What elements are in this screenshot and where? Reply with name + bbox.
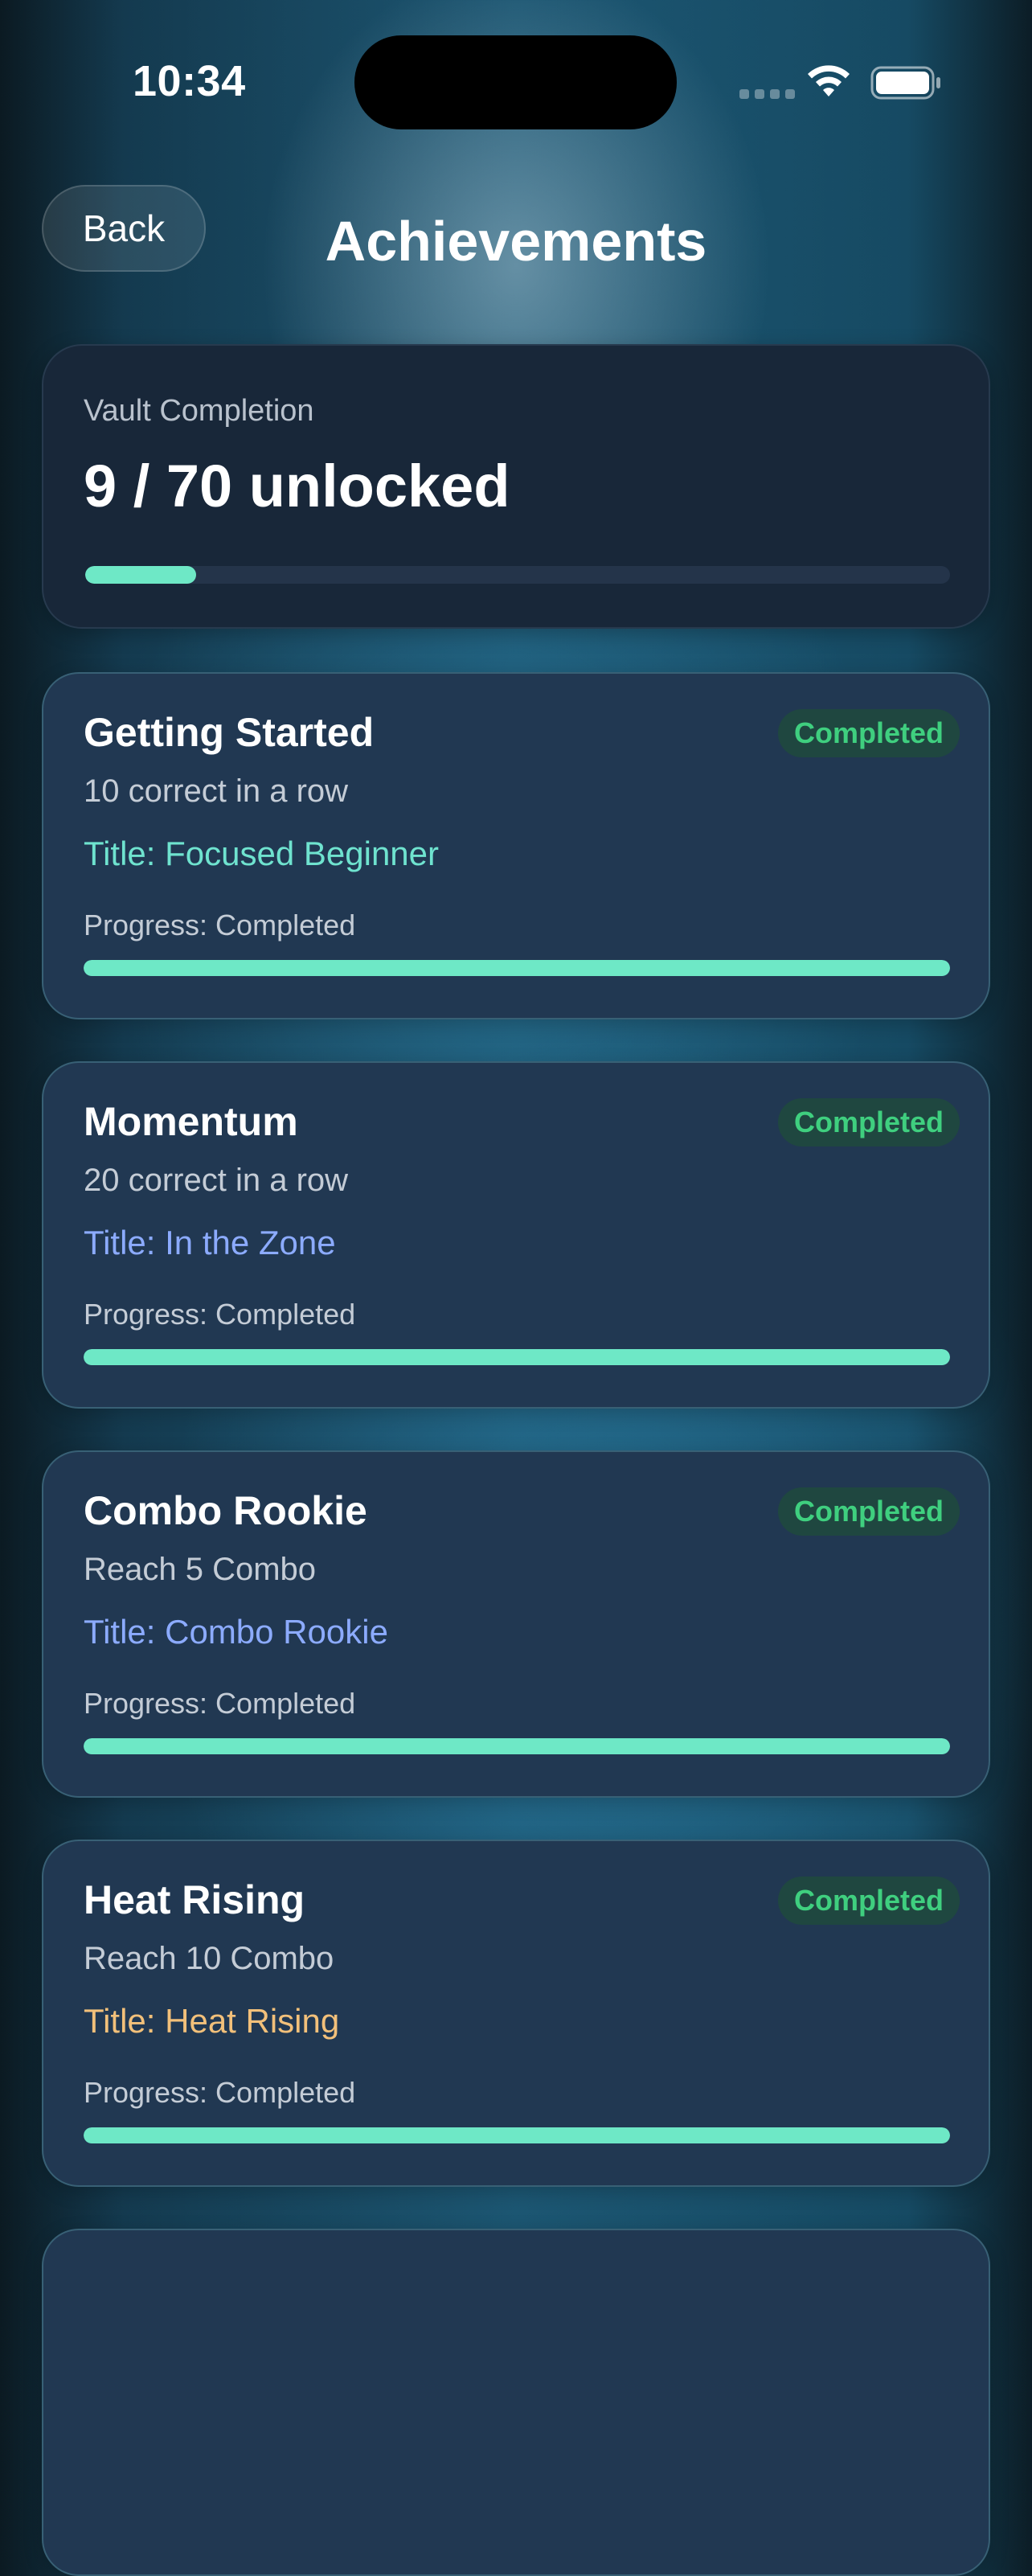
achievement-progress-fill [84,1349,950,1365]
achievement-progress-text: Progress: Completed [84,2076,356,2109]
status-badge: Completed [777,1877,960,1925]
achievement-requirement: Reach 5 Combo [84,1552,317,1587]
achievement-requirement: Reach 10 Combo [84,1941,334,1976]
wifi-icon [808,65,850,96]
vault-completion-label: Vault Completion [84,394,314,428]
achievement-requirement: 10 correct in a row [84,773,349,809]
achievement-requirement: 20 correct in a row [84,1163,349,1198]
achievement-reward: Title: Heat Rising [84,2002,340,2040]
achievement-progress-bar [84,1349,950,1365]
vault-completion-value: 9 / 70 unlocked [84,453,510,519]
battery-icon [870,66,940,100]
achievement-progress-text: Progress: Completed [84,1687,356,1720]
achievement-card-heat-rising[interactable]: Heat Rising Completed Reach 10 Combo Tit… [42,1840,990,2187]
achievement-progress-bar [84,1738,950,1754]
achievement-reward: Title: Focused Beginner [84,835,440,872]
achievement-card-next[interactable] [42,2229,990,2576]
achievement-progress-text: Progress: Completed [84,1298,356,1331]
achievement-reward: Title: Combo Rookie [84,1613,388,1651]
status-badge: Completed [777,1487,960,1536]
achievement-progress-fill [84,1738,950,1754]
status-time: 10:34 [133,57,246,105]
vault-progress-fill [85,566,197,584]
achievement-progress-fill [84,960,950,976]
dynamic-island [354,35,677,129]
achievement-progress-text: Progress: Completed [84,909,356,941]
achievement-progress-bar [84,960,950,976]
back-button[interactable]: Back [42,185,206,272]
achievement-progress-fill [84,2127,950,2143]
status-bar: 10:34 [0,0,1032,161]
achievement-title: Momentum [84,1099,298,1144]
achievement-progress-bar [84,2127,950,2143]
page-title: Achievements [325,210,707,273]
status-badge: Completed [777,709,960,757]
achievement-title: Combo Rookie [84,1488,367,1533]
achievement-card-getting-started[interactable]: Getting Started Completed 10 correct in … [42,672,990,1019]
achievement-card-momentum[interactable]: Momentum Completed 20 correct in a row T… [42,1061,990,1409]
signal-dots-icon [739,89,795,99]
achievement-title: Getting Started [84,710,375,755]
achievement-reward: Title: In the Zone [84,1224,336,1261]
vault-progress-bar [85,566,950,584]
achievement-title: Heat Rising [84,1877,305,1922]
achievement-card-combo-rookie[interactable]: Combo Rookie Completed Reach 5 Combo Tit… [42,1450,990,1798]
status-badge: Completed [777,1098,960,1146]
vault-completion-card: Vault Completion 9 / 70 unlocked [42,344,990,629]
